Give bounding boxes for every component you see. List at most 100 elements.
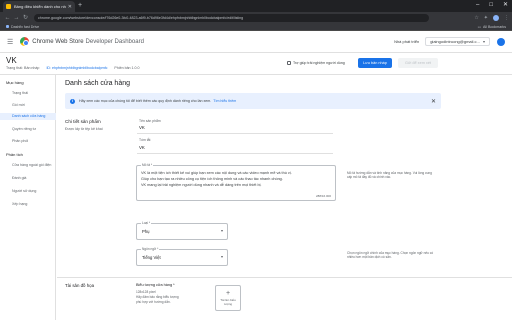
checkbox-icon[interactable]: [287, 61, 291, 65]
close-icon[interactable]: ✕: [431, 98, 436, 105]
hamburger-menu-icon[interactable]: ☰: [7, 38, 13, 46]
address-bar[interactable]: chrome.google.com/webstore/devconsole/f7…: [34, 13, 429, 22]
all-bookmarks[interactable]: ▭ All Bookmarks: [478, 25, 506, 29]
sidebar-section-analytics: Phân tích: [6, 152, 23, 157]
plus-icon: +: [225, 290, 231, 297]
sidebar-item-distribution[interactable]: Phân phối: [12, 139, 28, 143]
chrome-web-store-logo: [20, 37, 30, 46]
back-icon[interactable]: ←: [3, 15, 12, 21]
address-url: chrome.google.com/webstore/devconsole/f7…: [38, 15, 244, 20]
app-title: Chrome Web Store: [32, 38, 84, 45]
window-controls: – □ ✕: [476, 1, 508, 10]
description-line: VK mang lại trải nghiệm người dùng nhanh…: [141, 183, 262, 187]
menu-icon[interactable]: ⋮: [504, 15, 509, 21]
bookmarks-bar: Dashfix fast Drive ▭ All Bookmarks: [0, 23, 512, 31]
cws-favicon-icon: [6, 4, 11, 9]
divider: [137, 133, 333, 134]
close-icon[interactable]: ✕: [68, 4, 72, 10]
sidebar-item-status[interactable]: Trạng thái: [12, 91, 28, 95]
chevron-down-icon: ▾: [220, 254, 223, 259]
browser-toolbar: ← → ↻ chrome.google.com/webstore/devcons…: [0, 12, 512, 23]
folder-icon: ▭: [477, 24, 482, 29]
category-select[interactable]: Loại * Phụ ▾: [136, 221, 228, 240]
app-subtitle: Developer Dashboard: [85, 38, 144, 45]
reload-icon[interactable]: ↻: [21, 14, 30, 21]
chevron-down-icon: ▾: [220, 228, 223, 233]
item-meta: Trạng thái: Bản nháp ID: ehpfnbmjnhblbgn…: [6, 66, 146, 70]
description-line: Giúp cho bạn tạo ra nhiều công cụ tiện í…: [141, 177, 283, 181]
divider: [137, 153, 333, 154]
description-line: VK là một tiện ích thiết kế vui giúp bạn…: [141, 171, 292, 175]
sidebar-item-package[interactable]: Gói mới: [12, 103, 25, 107]
section-divider: [57, 277, 512, 278]
save-draft-button[interactable]: Lưu bản nháp: [358, 58, 392, 68]
sidebar-item-store-listing[interactable]: Danh sách cửa hàng: [0, 113, 56, 120]
graphic-assets-title: Tài sản đồ họa: [65, 283, 95, 288]
language-hint: Chọn ngôn ngữ chính của mục hàng. Chọn n…: [347, 251, 434, 259]
product-name-label: Tên sản phẩm: [139, 119, 161, 123]
minimize-icon[interactable]: –: [476, 1, 479, 10]
browser-tabbar: Bảng điều khiển dành cho nhà ✕ + – □ ✕: [0, 0, 512, 12]
language-label: Ngôn ngữ *: [141, 247, 160, 251]
sidebar-item-store-stats[interactable]: Cửa hàng ngoài gói điện: [12, 163, 51, 167]
upload-icon-button[interactable]: + Tải lên biểu tượng: [215, 285, 241, 311]
banner-text: Hãy xem các mục của chúng tôi để biết th…: [79, 99, 212, 103]
account-name: giaingodintruong@gmail.c...: [430, 39, 480, 44]
close-window-icon[interactable]: ✕: [503, 1, 508, 10]
star-icon[interactable]: ☆: [474, 15, 478, 21]
description-hint: Mô tả hướng dẫn và tính năng của mục hàn…: [347, 171, 432, 179]
user-avatar[interactable]: [497, 37, 505, 46]
info-banner: i Hãy xem các mục của chúng tôi để biết …: [65, 93, 441, 109]
help-checkbox[interactable]: Trợ giúp trải nghiệm người dùng: [287, 61, 345, 65]
product-details-subtitle: Được lấy từ tệp kê khai: [65, 127, 103, 131]
bookmark-icon: [6, 25, 9, 28]
summary-value: VK: [139, 145, 145, 150]
maximize-icon[interactable]: □: [489, 1, 493, 10]
submit-for-review-button[interactable]: Gửi để xem xét: [398, 58, 438, 68]
category-label: Loại *: [141, 221, 152, 225]
tab-title: Bảng điều khiển dành cho nhà: [14, 4, 66, 9]
info-icon: i: [70, 98, 75, 104]
app-header: ☰ Chrome Web Store Developer Dashboard N…: [0, 31, 512, 53]
sidebar-item-users[interactable]: Người sử dụng: [12, 189, 36, 193]
chevron-down-icon: ▾: [482, 39, 485, 44]
language-value: Tiếng Việt: [142, 255, 161, 260]
all-bookmarks-label: All Bookmarks: [483, 24, 506, 29]
main-content: Danh sách cửa hàng i Hãy xem các mục của…: [57, 75, 512, 320]
summary-label: Tóm tắt: [139, 138, 151, 142]
forward-icon[interactable]: →: [12, 15, 21, 21]
category-value: Phụ: [142, 229, 150, 234]
sidebar-item-privacy[interactable]: Quyền riêng tư: [12, 127, 36, 131]
banner-link[interactable]: Tìm hiểu thêm: [213, 99, 236, 103]
publisher-label: Nhà phát triển: [394, 39, 420, 44]
language-select[interactable]: Ngôn ngữ * Tiếng Việt ▾: [136, 247, 228, 266]
store-icon-note: phù hợp với hướng dẫn.: [136, 300, 171, 304]
help-check-label: Trợ giúp trải nghiệm người dùng: [293, 61, 345, 65]
store-icon-label: Biểu tượng cửa hàng *: [136, 283, 175, 287]
item-name: VK: [6, 56, 17, 65]
sidebar-item-reviews[interactable]: Đánh giá: [12, 176, 26, 180]
toolbar-icons: ☆ ✦ ⋮: [474, 14, 509, 21]
product-details-title: Chi tiết sản phẩm: [65, 119, 101, 124]
browser-tab[interactable]: Bảng điều khiển dành cho nhà ✕: [3, 1, 75, 12]
item-version: Phiên bản 1.0.0: [114, 66, 140, 70]
upload-label: Tải lên biểu tượng: [220, 298, 236, 306]
description-label: Mô tả *: [141, 163, 154, 167]
bookmark-item[interactable]: Dashfix fast Drive: [6, 25, 39, 29]
store-icon-size: 128x128 pixel: [136, 290, 156, 294]
description-textarea[interactable]: Mô tả * VK là một tiện ích thiết kế vui …: [136, 163, 336, 201]
profile-avatar[interactable]: [493, 14, 499, 21]
new-tab-icon[interactable]: +: [78, 1, 82, 10]
item-header: VK Trạng thái: Bản nháp ID: ehpfnbmjnhbl…: [0, 53, 512, 75]
store-icon-note: Hãy đảm bảo rằng biểu tượng: [136, 295, 179, 299]
extensions-icon[interactable]: ✦: [484, 15, 488, 21]
product-name-value: VK: [139, 125, 145, 130]
sidebar-item-ratings[interactable]: Xếp hạng: [12, 202, 27, 206]
character-count: 288/16.000: [315, 194, 331, 198]
sidebar-section-item: Mục hàng: [6, 80, 24, 85]
bookmark-label: Dashfix fast Drive: [11, 24, 40, 29]
item-status: Trạng thái: Bản nháp: [6, 66, 40, 70]
page-title: Danh sách cửa hàng: [65, 80, 131, 87]
item-id[interactable]: ID: ehpfnbmjnhblbgnlmbllbodcbalpmfc: [46, 66, 107, 70]
account-selector[interactable]: giaingodintruong@gmail.c... ▾: [425, 37, 490, 46]
